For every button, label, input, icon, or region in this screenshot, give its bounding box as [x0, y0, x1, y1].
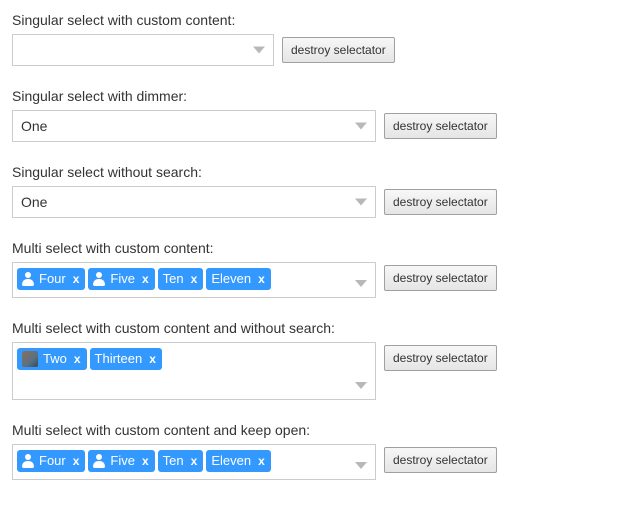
chevron-down-icon[interactable]	[355, 123, 367, 130]
field-row: destroy selectator	[12, 34, 613, 66]
selected-tag[interactable]: Fourx	[17, 268, 85, 290]
chevron-down-icon[interactable]	[355, 199, 367, 206]
selected-tag[interactable]: Tenx	[158, 268, 204, 290]
destroy-selectator-button[interactable]: destroy selectator	[384, 113, 497, 139]
field-group-4: Multi select with custom content and wit…	[12, 320, 613, 400]
tag-label: Five	[110, 271, 135, 287]
multi-select[interactable]: FourxFivexTenxElevenx	[12, 444, 376, 480]
selected-tag[interactable]: Elevenx	[206, 268, 270, 290]
field-label: Multi select with custom content:	[12, 240, 613, 256]
remove-tag-icon[interactable]: x	[74, 353, 81, 365]
destroy-selectator-button[interactable]: destroy selectator	[384, 265, 497, 291]
field-row: FourxFivexTenxElevenxdestroy selectator	[12, 444, 613, 480]
selected-value: One	[19, 194, 47, 210]
field-row: TwoxThirteenxdestroy selectator	[12, 342, 613, 400]
remove-tag-icon[interactable]: x	[191, 273, 198, 285]
selected-value: One	[19, 118, 47, 134]
person-icon	[93, 272, 105, 286]
person-icon	[22, 454, 34, 468]
tag-label: Two	[43, 351, 67, 367]
remove-tag-icon[interactable]: x	[258, 273, 265, 285]
chevron-down-icon[interactable]	[253, 47, 265, 54]
remove-tag-icon[interactable]: x	[258, 455, 265, 467]
field-row: One destroy selectator	[12, 186, 613, 218]
multi-select[interactable]: FourxFivexTenxElevenx	[12, 262, 376, 298]
remove-tag-icon[interactable]: x	[142, 273, 149, 285]
remove-tag-icon[interactable]: x	[191, 455, 198, 467]
multi-select[interactable]: TwoxThirteenx	[12, 342, 376, 400]
destroy-selectator-button[interactable]: destroy selectator	[384, 345, 497, 371]
field-group-0: Singular select with custom content: dest…	[12, 12, 613, 66]
destroy-selectator-button[interactable]: destroy selectator	[282, 37, 395, 63]
selected-tag[interactable]: Fourx	[17, 450, 85, 472]
remove-tag-icon[interactable]: x	[73, 273, 80, 285]
remove-tag-icon[interactable]: x	[142, 455, 149, 467]
selected-tag[interactable]: Fivex	[88, 268, 154, 290]
remove-tag-icon[interactable]: x	[149, 353, 156, 365]
tag-label: Eleven	[211, 271, 251, 287]
selected-tag[interactable]: Tenx	[158, 450, 204, 472]
field-group-1: Singular select with dimmer: One destroy s…	[12, 88, 613, 142]
selected-tag[interactable]: Elevenx	[206, 450, 270, 472]
field-label: Singular select without search:	[12, 164, 613, 180]
chevron-down-icon[interactable]	[355, 280, 367, 287]
field-label: Multi select with custom content and kee…	[12, 422, 613, 438]
selected-tag[interactable]: Twox	[17, 348, 87, 370]
person-icon	[93, 454, 105, 468]
field-label: Singular select with custom content:	[12, 12, 613, 28]
field-group-3: Multi select with custom content:FourxFi…	[12, 240, 613, 298]
tag-label: Ten	[163, 271, 184, 287]
single-select[interactable]	[12, 34, 274, 66]
destroy-selectator-button[interactable]: destroy selectator	[384, 189, 497, 215]
field-row: One destroy selectator	[12, 110, 613, 142]
tag-label: Ten	[163, 453, 184, 469]
tag-label: Thirteen	[95, 351, 143, 367]
tag-label: Four	[39, 271, 66, 287]
tag-label: Eleven	[211, 453, 251, 469]
selected-tag[interactable]: Fivex	[88, 450, 154, 472]
field-label: Multi select with custom content and wit…	[12, 320, 613, 336]
selected-tag[interactable]: Thirteen x	[90, 348, 162, 370]
remove-tag-icon[interactable]: x	[73, 455, 80, 467]
chevron-down-icon[interactable]	[355, 462, 367, 469]
tag-label: Five	[110, 453, 135, 469]
destroy-selectator-button[interactable]: destroy selectator	[384, 447, 497, 473]
person-icon	[22, 272, 34, 286]
field-group-2: Singular select without search: One destro…	[12, 164, 613, 218]
field-label: Singular select with dimmer:	[12, 88, 613, 104]
single-select[interactable]: One	[12, 186, 376, 218]
single-select[interactable]: One	[12, 110, 376, 142]
chevron-down-icon[interactable]	[355, 382, 367, 389]
field-row: FourxFivexTenxElevenxdestroy selectator	[12, 262, 613, 298]
tag-label: Four	[39, 453, 66, 469]
field-group-5: Multi select with custom content and kee…	[12, 422, 613, 480]
avatar-icon	[22, 351, 38, 367]
